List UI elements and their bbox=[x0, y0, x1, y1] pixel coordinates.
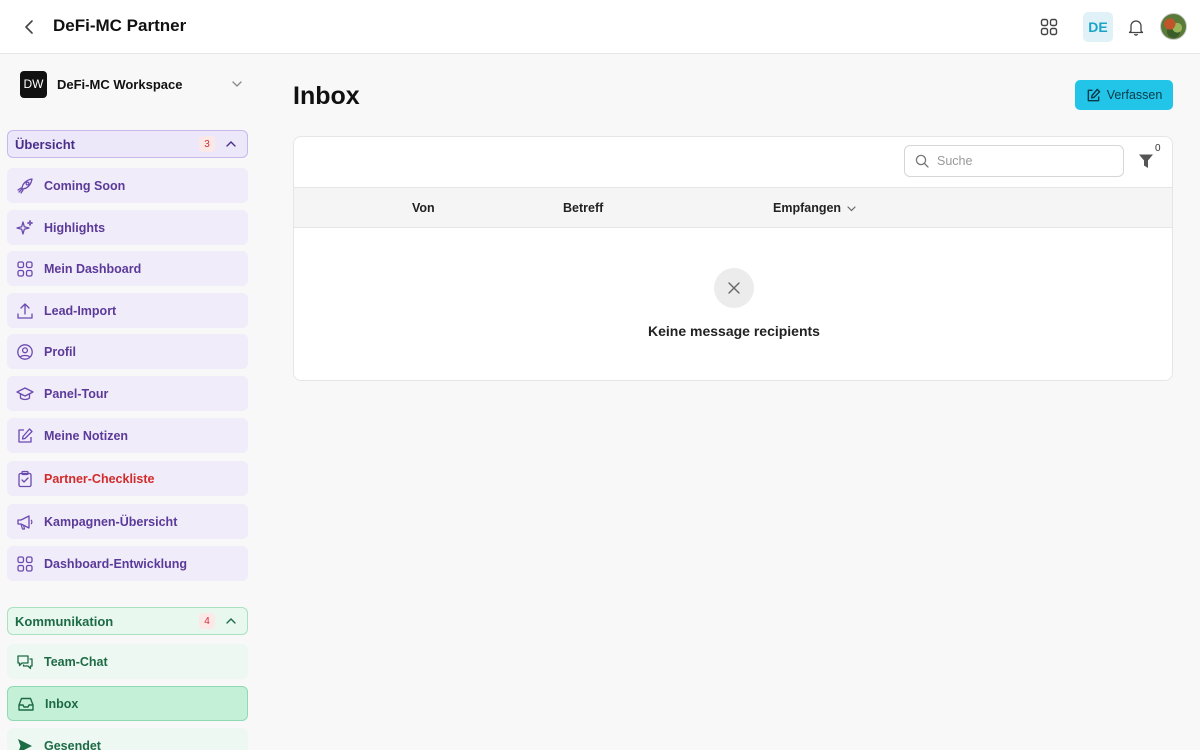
chevron-down-icon bbox=[847, 205, 856, 211]
compose-button[interactable]: Verfassen bbox=[1075, 80, 1173, 110]
sidebar-item-label: Inbox bbox=[45, 696, 79, 711]
sidebar-item-meine-notizen[interactable]: Meine Notizen bbox=[7, 418, 248, 453]
sidebar-item-lead-import[interactable]: Lead-Import bbox=[7, 293, 248, 328]
sidebar-item-panel-tour[interactable]: Panel-Tour bbox=[7, 376, 248, 411]
sidebar: DW DeFi-MC Workspace Übersicht 3 Coming … bbox=[0, 54, 260, 750]
notifications-button[interactable] bbox=[1123, 14, 1149, 40]
user-avatar[interactable] bbox=[1160, 13, 1187, 40]
column-header-betreff[interactable]: Betreff bbox=[563, 201, 603, 215]
send-icon bbox=[15, 736, 35, 750]
user-circle-icon bbox=[15, 342, 35, 362]
app-title: DeFi-MC Partner bbox=[53, 16, 187, 35]
clipboard-check-icon bbox=[15, 469, 35, 489]
empty-state-icon-wrap bbox=[714, 268, 754, 308]
sidebar-item-label: Partner-Checkliste bbox=[44, 471, 155, 486]
upload-icon bbox=[15, 301, 35, 321]
table-header: Von Betreff Empfangen bbox=[294, 187, 1172, 228]
column-header-label: Empfangen bbox=[773, 201, 842, 215]
rocket-icon bbox=[15, 176, 35, 196]
filter-button[interactable] bbox=[1136, 150, 1156, 172]
section-count-badge: 4 bbox=[199, 613, 215, 629]
workspace-selector[interactable]: DW DeFi-MC Workspace bbox=[20, 70, 250, 98]
empty-state-message: Keine message recipients bbox=[648, 323, 820, 339]
section-count-badge: 3 bbox=[199, 136, 215, 152]
close-icon bbox=[728, 282, 740, 294]
filter-count-badge: 0 bbox=[1155, 143, 1161, 154]
grid-icon bbox=[15, 259, 35, 279]
pencil-square-icon bbox=[15, 426, 35, 446]
sidebar-item-label: Mein Dashboard bbox=[44, 261, 142, 276]
inbox-panel: 0 Von Betreff Empfangen Keine message re… bbox=[293, 136, 1173, 381]
section-header-communication[interactable]: Kommunikation 4 bbox=[7, 607, 248, 635]
chevron-left-icon bbox=[25, 20, 33, 34]
sidebar-item-label: Coming Soon bbox=[44, 178, 126, 193]
pencil-square-icon bbox=[1087, 88, 1100, 101]
sparkles-icon bbox=[15, 218, 35, 238]
sidebar-item-highlights[interactable]: Highlights bbox=[7, 210, 248, 245]
chat-bubbles-icon bbox=[15, 652, 35, 672]
workspace-logo: DW bbox=[20, 70, 47, 98]
sidebar-item-label: Gesendet bbox=[44, 738, 101, 750]
sidebar-item-label: Lead-Import bbox=[44, 303, 117, 318]
funnel-icon bbox=[1139, 154, 1153, 168]
apps-grid-button[interactable] bbox=[1036, 14, 1062, 40]
sidebar-item-gesendet[interactable]: Gesendet bbox=[7, 728, 248, 750]
chevron-up-icon bbox=[226, 618, 236, 624]
search-input[interactable] bbox=[937, 154, 1107, 168]
chevron-down-icon bbox=[232, 81, 242, 87]
search-icon bbox=[915, 154, 929, 168]
top-bar: DeFi-MC Partner DE bbox=[0, 0, 1200, 54]
compose-button-label: Verfassen bbox=[1106, 88, 1163, 102]
page-title: Inbox bbox=[293, 82, 360, 110]
search-field[interactable] bbox=[904, 145, 1124, 177]
sidebar-item-partner-checkliste[interactable]: Partner-Checkliste bbox=[7, 461, 248, 496]
section-label: Übersicht bbox=[15, 136, 75, 152]
sidebar-item-coming-soon[interactable]: Coming Soon bbox=[7, 168, 248, 203]
sidebar-item-label: Panel-Tour bbox=[44, 386, 109, 401]
sidebar-item-label: Dashboard-Entwicklung bbox=[44, 556, 188, 571]
sidebar-item-team-chat[interactable]: Team-Chat bbox=[7, 644, 248, 679]
sidebar-item-inbox[interactable]: Inbox bbox=[7, 686, 248, 721]
bell-icon bbox=[1128, 20, 1144, 36]
megaphone-icon bbox=[15, 512, 35, 532]
grid-icon bbox=[15, 554, 35, 574]
sidebar-item-label: Highlights bbox=[44, 220, 106, 235]
sidebar-item-label: Meine Notizen bbox=[44, 428, 129, 443]
sidebar-item-kampagnen-uebersicht[interactable]: Kampagnen-Übersicht bbox=[7, 504, 248, 539]
sidebar-item-profil[interactable]: Profil bbox=[7, 334, 248, 369]
sidebar-item-mein-dashboard[interactable]: Mein Dashboard bbox=[7, 251, 248, 286]
sidebar-item-label: Profil bbox=[44, 344, 76, 359]
column-header-von[interactable]: Von bbox=[412, 201, 435, 215]
column-header-empfangen[interactable]: Empfangen bbox=[773, 201, 857, 215]
sidebar-item-label: Kampagnen-Übersicht bbox=[44, 514, 178, 529]
sidebar-item-dashboard-entwicklung[interactable]: Dashboard-Entwicklung bbox=[7, 546, 248, 581]
section-label: Kommunikation bbox=[15, 613, 114, 629]
section-header-overview[interactable]: Übersicht 3 bbox=[7, 130, 248, 158]
chevron-up-icon bbox=[226, 141, 236, 147]
back-button[interactable] bbox=[18, 15, 40, 39]
workspace-name: DeFi-MC Workspace bbox=[57, 76, 183, 92]
sidebar-item-label: Team-Chat bbox=[44, 654, 108, 669]
language-button[interactable]: DE bbox=[1083, 12, 1113, 42]
inbox-icon bbox=[16, 694, 36, 714]
graduation-cap-icon bbox=[15, 384, 35, 404]
grid-icon bbox=[1040, 18, 1058, 36]
